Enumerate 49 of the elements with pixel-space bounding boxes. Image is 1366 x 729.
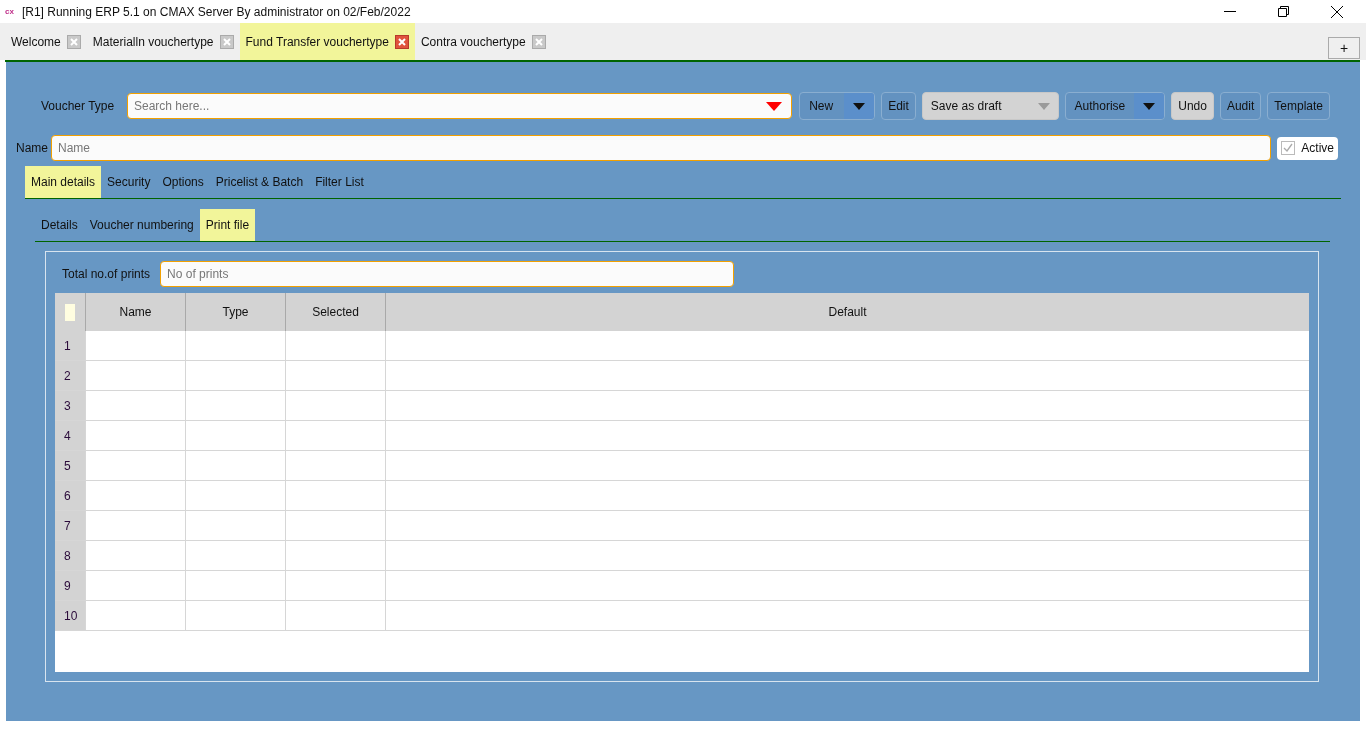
section-tab[interactable]: Options — [156, 166, 210, 198]
caret-icon — [853, 102, 866, 110]
section-tab[interactable]: Security — [101, 166, 157, 198]
caret-icon — [1143, 102, 1156, 110]
split-button[interactable]: Authorise — [1064, 92, 1166, 120]
active-checkbox[interactable]: Active — [1277, 136, 1338, 160]
row-number: 1 — [55, 331, 85, 360]
sub-tab[interactable]: Print file — [199, 209, 256, 241]
toolbar-button[interactable]: Template — [1267, 92, 1330, 120]
prints-field[interactable]: No of prints — [160, 261, 735, 287]
section-tab[interactable]: Main details — [25, 166, 102, 198]
dropdown-arrow-icon[interactable] — [766, 102, 783, 111]
close-icon[interactable] — [1331, 5, 1343, 18]
add-tab-button[interactable]: + — [1328, 37, 1360, 59]
row-number: 3 — [55, 391, 85, 420]
select-all-marker[interactable] — [65, 303, 75, 321]
document-tab[interactable]: Materialln vouchertype — [86, 23, 240, 60]
section-tab[interactable]: Pricelist & Batch — [209, 166, 310, 198]
document-tab[interactable]: Welcome — [5, 23, 87, 60]
toolbar-button[interactable]: Edit — [881, 92, 916, 120]
section-tab[interactable]: Filter List — [309, 166, 370, 198]
sub-tab[interactable]: Details — [35, 209, 84, 241]
document-tab[interactable]: Contra vouchertype — [414, 23, 552, 60]
row-number: 10 — [55, 601, 85, 630]
name-field[interactable]: Name — [51, 135, 1272, 161]
row-number: 7 — [55, 511, 85, 540]
app-logo: cx — [5, 5, 14, 18]
restore-icon[interactable] — [1278, 6, 1289, 17]
voucher-type-field[interactable]: Search here... — [127, 93, 793, 119]
toolbar-button[interactable]: Audit — [1219, 92, 1262, 120]
sub-tab[interactable]: Voucher numbering — [83, 209, 200, 241]
row-number: 8 — [55, 541, 85, 570]
window-title: [R1] Running ERP 5.1 on CMAX Server By administrator on 02/Feb/2022 — [21, 3, 411, 21]
minimize-icon[interactable] — [1224, 10, 1236, 13]
column-header: Name — [85, 293, 185, 331]
document-tab[interactable]: Fund Transfer vouchertype — [239, 23, 415, 60]
row-number: 4 — [55, 421, 85, 450]
field-label: Voucher Type — [41, 98, 116, 114]
row-number: 2 — [55, 361, 85, 390]
column-header: Selected — [285, 293, 385, 331]
row-number: 5 — [55, 451, 85, 480]
checkbox-icon[interactable] — [1281, 141, 1296, 155]
caret-icon — [1037, 102, 1050, 110]
column-header: Type — [185, 293, 285, 331]
column-header: Default — [385, 293, 1309, 331]
row-number: 6 — [55, 481, 85, 510]
row-number: 9 — [55, 571, 85, 600]
split-button[interactable]: New — [799, 92, 876, 120]
field-label: Total no.of prints — [62, 266, 151, 282]
